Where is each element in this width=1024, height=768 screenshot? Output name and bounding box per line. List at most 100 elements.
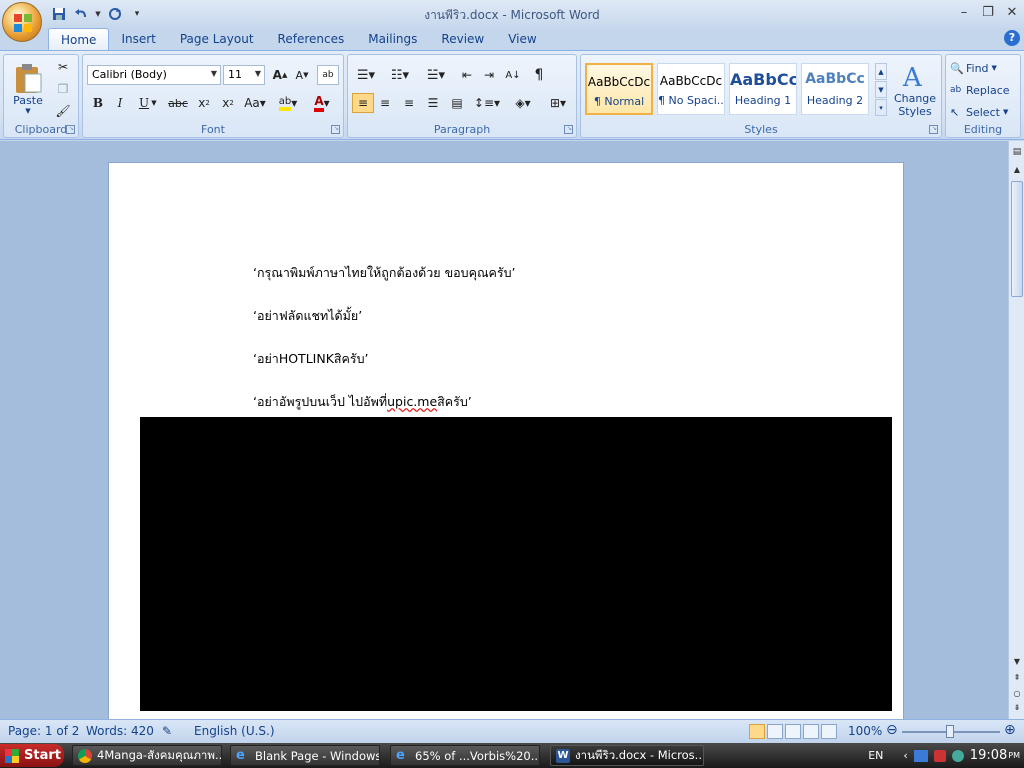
clock-time[interactable]: 19:08 — [970, 748, 1007, 763]
styles-more-icon[interactable]: ▾ — [875, 99, 887, 116]
language-indicator[interactable]: English (U.S.) — [194, 724, 275, 738]
shading-icon[interactable]: ◈▾ — [508, 93, 538, 113]
styles-scroll-down-icon[interactable]: ▼ — [875, 81, 887, 98]
tab-review[interactable]: Review — [429, 28, 496, 50]
office-logo-icon — [14, 14, 32, 32]
help-icon[interactable]: ? — [1004, 30, 1020, 46]
scroll-thumb[interactable] — [1011, 181, 1023, 297]
zoom-out-icon[interactable]: ⊖ — [886, 722, 898, 738]
close-button[interactable]: ✕ — [1004, 4, 1020, 20]
subscript-icon[interactable]: x2 — [193, 93, 215, 113]
security-icon[interactable] — [933, 749, 946, 762]
italic-icon[interactable]: I — [109, 93, 131, 113]
zoom-in-icon[interactable]: ⊕ — [1004, 722, 1016, 738]
multilevel-list-icon[interactable]: ☱▾ — [422, 65, 450, 85]
outline-icon[interactable] — [803, 724, 819, 739]
scroll-down-icon[interactable]: ▼ — [1010, 657, 1024, 671]
start-button[interactable]: Start — [0, 744, 64, 767]
clear-formatting-icon[interactable]: ab — [317, 65, 339, 85]
grow-font-icon[interactable]: A ▲ — [269, 65, 291, 85]
copy-icon[interactable]: ❐ — [52, 79, 74, 99]
align-right-icon[interactable]: ≡ — [398, 93, 420, 113]
proofing-icon[interactable]: ✎ — [162, 724, 172, 738]
paragraph-3[interactable]: ‘อย่าHOTLINKสิครับ’ — [253, 349, 369, 369]
superscript-icon[interactable]: x2 — [217, 93, 239, 113]
find-button[interactable]: 🔍 Find ▼ — [950, 59, 1018, 77]
clipboard-launcher-icon[interactable]: ↘ — [66, 125, 75, 134]
tab-view[interactable]: View — [496, 28, 548, 50]
embedded-image[interactable] — [140, 417, 892, 711]
sort-icon[interactable]: A↓ — [502, 65, 524, 85]
strikethrough-icon[interactable]: abc — [167, 93, 189, 113]
justify-icon[interactable]: ☰ — [422, 93, 444, 113]
font-name-combo[interactable]: Calibri (Body) ▼ — [87, 65, 221, 85]
show-formatting-icon[interactable]: ¶ — [528, 65, 550, 85]
zoom-level[interactable]: 100% — [848, 724, 882, 738]
style-heading-1[interactable]: AaBbCc Heading 1 — [729, 63, 797, 115]
decrease-indent-icon[interactable]: ⇤ — [456, 65, 478, 85]
print-layout-icon[interactable] — [749, 724, 765, 739]
vertical-scrollbar[interactable]: ▤ ▲ ▼ ⇞ ○ ⇟ — [1008, 141, 1024, 719]
align-center-icon[interactable]: ≡ — [374, 93, 396, 113]
shrink-font-icon[interactable]: A ▼ — [291, 65, 313, 85]
numbering-icon[interactable]: ☷▾ — [386, 65, 414, 85]
tab-mailings[interactable]: Mailings — [356, 28, 429, 50]
tab-home[interactable]: Home — [48, 28, 110, 50]
change-case-icon[interactable]: Aa▾ — [241, 93, 269, 113]
font-size-combo[interactable]: 11 ▼ — [223, 65, 265, 85]
thai-distributed-icon[interactable]: ▤ — [446, 93, 468, 113]
restore-button[interactable]: ❐ — [980, 4, 996, 20]
tab-page-layout[interactable]: Page Layout — [168, 28, 266, 50]
paste-button[interactable]: Paste ▼ — [8, 57, 48, 119]
replace-button[interactable]: ab Replace — [950, 81, 1018, 99]
bold-icon[interactable]: B — [87, 93, 109, 113]
font-color-icon[interactable]: A ▾ — [307, 93, 337, 113]
taskbar-item-word[interactable]: W งานพีริว.docx - Micros... — [550, 745, 704, 766]
taskbar-item-chrome[interactable]: 4Manga-สังคมคุณภาพ... — [72, 745, 222, 766]
web-layout-icon[interactable] — [785, 724, 801, 739]
page-indicator[interactable]: Page: 1 of 2 — [8, 724, 79, 738]
style-heading-2[interactable]: AaBbCc Heading 2 — [801, 63, 869, 115]
paragraph-2[interactable]: ‘อย่าฟลัดแชทได้มั้ย’ — [253, 306, 362, 326]
format-painter-icon[interactable]: 🖌 — [52, 101, 74, 121]
next-page-icon[interactable]: ⇟ — [1010, 703, 1024, 717]
cut-icon[interactable]: ✂ — [52, 57, 74, 77]
highlight-color-icon[interactable]: ab ▾ — [275, 93, 301, 113]
taskbar-item-ie-blank[interactable]: e Blank Page - Windows... — [230, 745, 380, 766]
select-browse-object-icon[interactable]: ○ — [1010, 689, 1024, 703]
bullets-icon[interactable]: ☰▾ — [352, 65, 380, 85]
office-button[interactable] — [2, 2, 42, 42]
network-icon[interactable] — [913, 749, 928, 762]
styles-launcher-icon[interactable]: ↘ — [929, 125, 938, 134]
word-count[interactable]: Words: 420 — [86, 724, 154, 738]
tab-references[interactable]: References — [266, 28, 357, 50]
style-normal[interactable]: AaBbCcDc ¶ Normal — [585, 63, 653, 115]
align-left-icon[interactable]: ≡ — [352, 93, 374, 113]
view-ruler-icon[interactable]: ▤ — [1010, 147, 1024, 161]
language-bar[interactable]: EN — [868, 749, 883, 762]
paragraph-launcher-icon[interactable]: ↘ — [564, 125, 573, 134]
tab-insert[interactable]: Insert — [109, 28, 167, 50]
borders-icon[interactable]: ⊞▾ — [544, 93, 572, 113]
taskbar-item-ie-download[interactable]: e 65% of ...Vorbis%20... — [390, 745, 540, 766]
style-no-spacing[interactable]: AaBbCcDc ¶ No Spaci... — [657, 63, 725, 115]
document-page[interactable]: ‘กรุณาพิมพ์ภาษาไทยให้ถูกต้องด้วย ขอบคุณค… — [108, 162, 904, 719]
underline-dropdown-icon[interactable]: ▼ — [149, 93, 159, 113]
full-screen-reading-icon[interactable] — [767, 724, 783, 739]
tray-expand-icon[interactable]: ‹ — [903, 749, 907, 762]
minimize-button[interactable]: – — [956, 4, 972, 20]
paragraph-4[interactable]: ‘อย่าอัพรูปบนเว็ป ไปอัพที่upic.meสิครับ’ — [253, 392, 472, 412]
font-launcher-icon[interactable]: ↘ — [331, 125, 340, 134]
select-button[interactable]: ↖ Select ▼ — [950, 103, 1018, 121]
paragraph-1[interactable]: ‘กรุณาพิมพ์ภาษาไทยให้ถูกต้องด้วย ขอบคุณค… — [253, 263, 516, 283]
document-area[interactable]: ‘กรุณาพิมพ์ภาษาไทยให้ถูกต้องด้วย ขอบคุณค… — [0, 141, 1008, 719]
increase-indent-icon[interactable]: ⇥ — [478, 65, 500, 85]
messenger-icon[interactable] — [951, 749, 964, 762]
previous-page-icon[interactable]: ⇞ — [1010, 673, 1024, 687]
styles-scroll-up-icon[interactable]: ▲ — [875, 63, 887, 80]
zoom-slider-thumb[interactable] — [946, 725, 954, 738]
change-styles-button[interactable]: A Change Styles — [891, 57, 939, 123]
draft-icon[interactable] — [821, 724, 837, 739]
scroll-up-icon[interactable]: ▲ — [1010, 165, 1024, 179]
line-spacing-icon[interactable]: ↕≡▾ — [472, 93, 502, 113]
